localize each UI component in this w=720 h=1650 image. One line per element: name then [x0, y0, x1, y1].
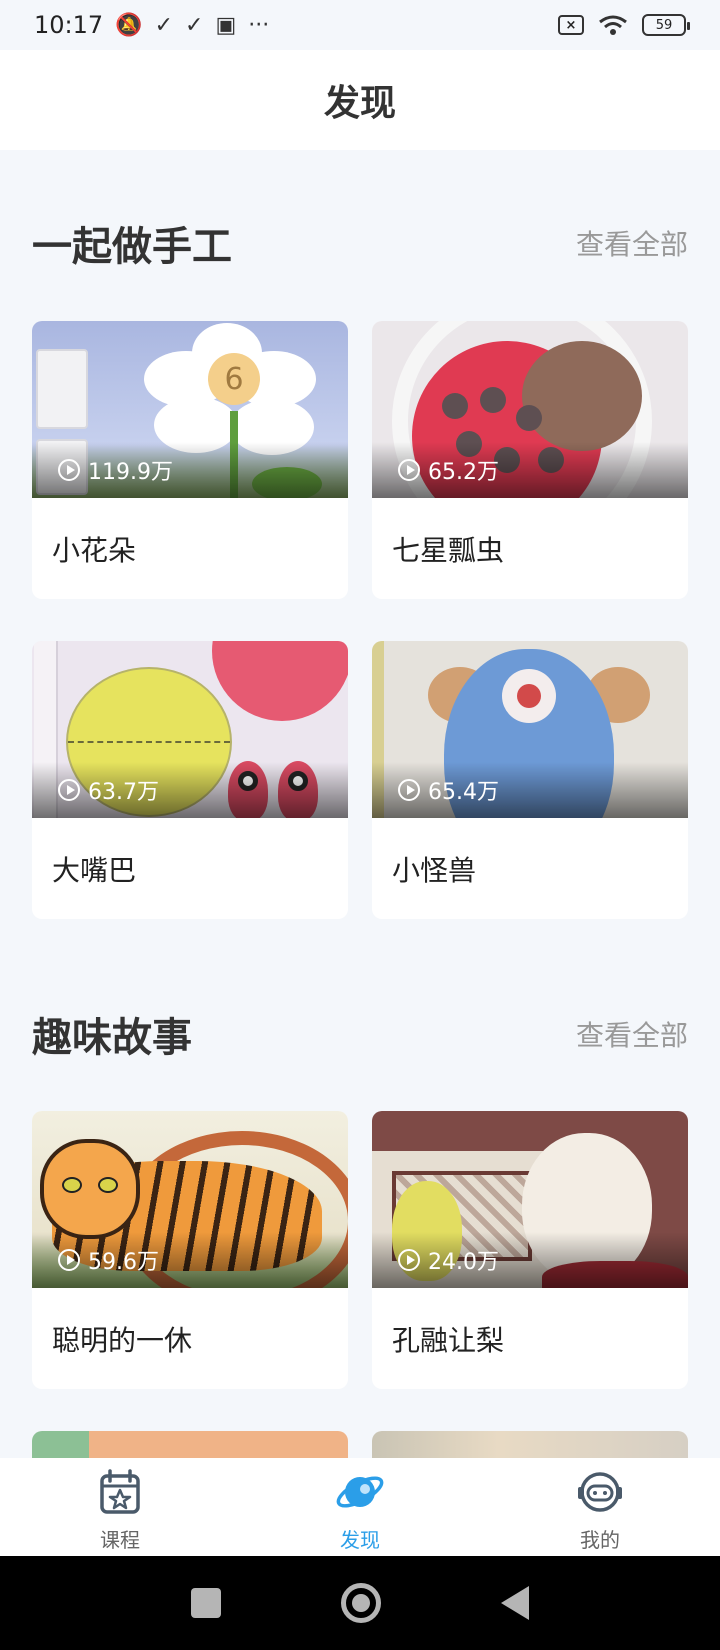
planet-icon [336, 1476, 384, 1508]
app-header: 发现 [0, 50, 720, 150]
status-time: 10:17 [34, 11, 104, 39]
view-count: 24.0万 [398, 1244, 499, 1276]
calendar-star-icon [100, 1469, 140, 1514]
video-thumbnail: 24.0万 [372, 1111, 688, 1288]
discover-feed[interactable]: 一起做手工 查看全部 6 119.9万 小花朵 65.2万 七星瓢虫 63.7万… [0, 150, 720, 1458]
play-icon [398, 779, 420, 801]
section-header-stories: 趣味故事 查看全部 [32, 1005, 688, 1063]
wifi-icon [599, 15, 627, 35]
card-title: 大嘴巴 [52, 854, 137, 887]
view-count: 119.9万 [58, 454, 173, 486]
tab-mine[interactable]: 我的 [480, 1458, 720, 1556]
video-thumbnail: 6 119.9万 [32, 321, 348, 498]
play-icon [58, 1249, 80, 1271]
battery-icon: 59 [642, 14, 690, 36]
play-icon [58, 779, 80, 801]
tab-courses[interactable]: 课程 [0, 1458, 240, 1556]
check-icon: ✓ [185, 12, 204, 38]
status-bar: 10:17 🔕 ✓ ✓ ▣ ··· × 59 [0, 0, 720, 50]
section-header-crafts: 一起做手工 查看全部 [32, 214, 688, 272]
robot-head-icon [578, 1472, 622, 1512]
video-thumbnail: 65.2万 [372, 321, 688, 498]
view-count: 63.7万 [58, 774, 159, 806]
section-title: 趣味故事 [32, 1015, 192, 1061]
view-count: 65.2万 [398, 454, 499, 486]
view-count: 65.4万 [398, 774, 499, 806]
view-count-text: 24.0万 [428, 1250, 499, 1275]
card-title: 七星瓢虫 [392, 534, 505, 567]
page-title: 发现 [323, 83, 396, 124]
card-title: 小怪兽 [392, 854, 477, 887]
card-title: 聪明的一休 [52, 1324, 193, 1357]
video-thumbnail: 63.7万 [32, 641, 348, 818]
video-thumbnail: 65.4万 [372, 641, 688, 818]
video-card[interactable]: 65.2万 七星瓢虫 [372, 321, 688, 599]
view-all-link[interactable]: 查看全部 [576, 223, 688, 263]
view-count-text: 65.2万 [428, 460, 499, 485]
tab-label: 发现 [340, 1528, 380, 1552]
back-button[interactable] [501, 1586, 529, 1620]
view-all-link[interactable]: 查看全部 [576, 1014, 688, 1054]
image-icon: ▣ [215, 12, 237, 38]
video-card[interactable]: 6 119.9万 小花朵 [32, 321, 348, 599]
tab-label: 我的 [580, 1528, 620, 1552]
view-count: 59.6万 [58, 1244, 159, 1276]
video-thumbnail [32, 1431, 348, 1458]
video-thumbnail: 59.6万 [32, 1111, 348, 1288]
view-count-text: 63.7万 [88, 780, 159, 805]
recents-button[interactable] [191, 1588, 221, 1618]
video-card[interactable] [32, 1431, 348, 1458]
card-title: 孔融让梨 [392, 1324, 505, 1357]
view-count-text: 59.6万 [88, 1250, 159, 1275]
home-button[interactable] [341, 1583, 381, 1623]
video-card[interactable]: 63.7万 大嘴巴 [32, 641, 348, 919]
play-icon [58, 459, 80, 481]
system-nav-bar [0, 1556, 720, 1650]
card-title: 小花朵 [52, 534, 137, 567]
video-card[interactable] [372, 1431, 688, 1458]
play-icon [398, 1249, 420, 1271]
video-card[interactable]: 59.6万 聪明的一休 [32, 1111, 348, 1389]
check-icon: ✓ [154, 12, 174, 38]
view-count-text: 119.9万 [88, 460, 173, 485]
mute-icon: 🔕 [115, 12, 143, 38]
tab-label: 课程 [100, 1528, 140, 1552]
video-card[interactable]: 65.4万 小怪兽 [372, 641, 688, 919]
play-icon [398, 459, 420, 481]
sim-x-icon: × [558, 15, 584, 35]
bottom-tab-bar: 课程 发现 我的 [0, 1458, 720, 1556]
more-dots-icon: ··· [248, 12, 270, 38]
view-count-text: 65.4万 [428, 780, 499, 805]
video-card[interactable]: 24.0万 孔融让梨 [372, 1111, 688, 1389]
section-title: 一起做手工 [32, 224, 232, 270]
video-thumbnail [372, 1431, 688, 1458]
tab-discover[interactable]: 发现 [240, 1458, 480, 1556]
